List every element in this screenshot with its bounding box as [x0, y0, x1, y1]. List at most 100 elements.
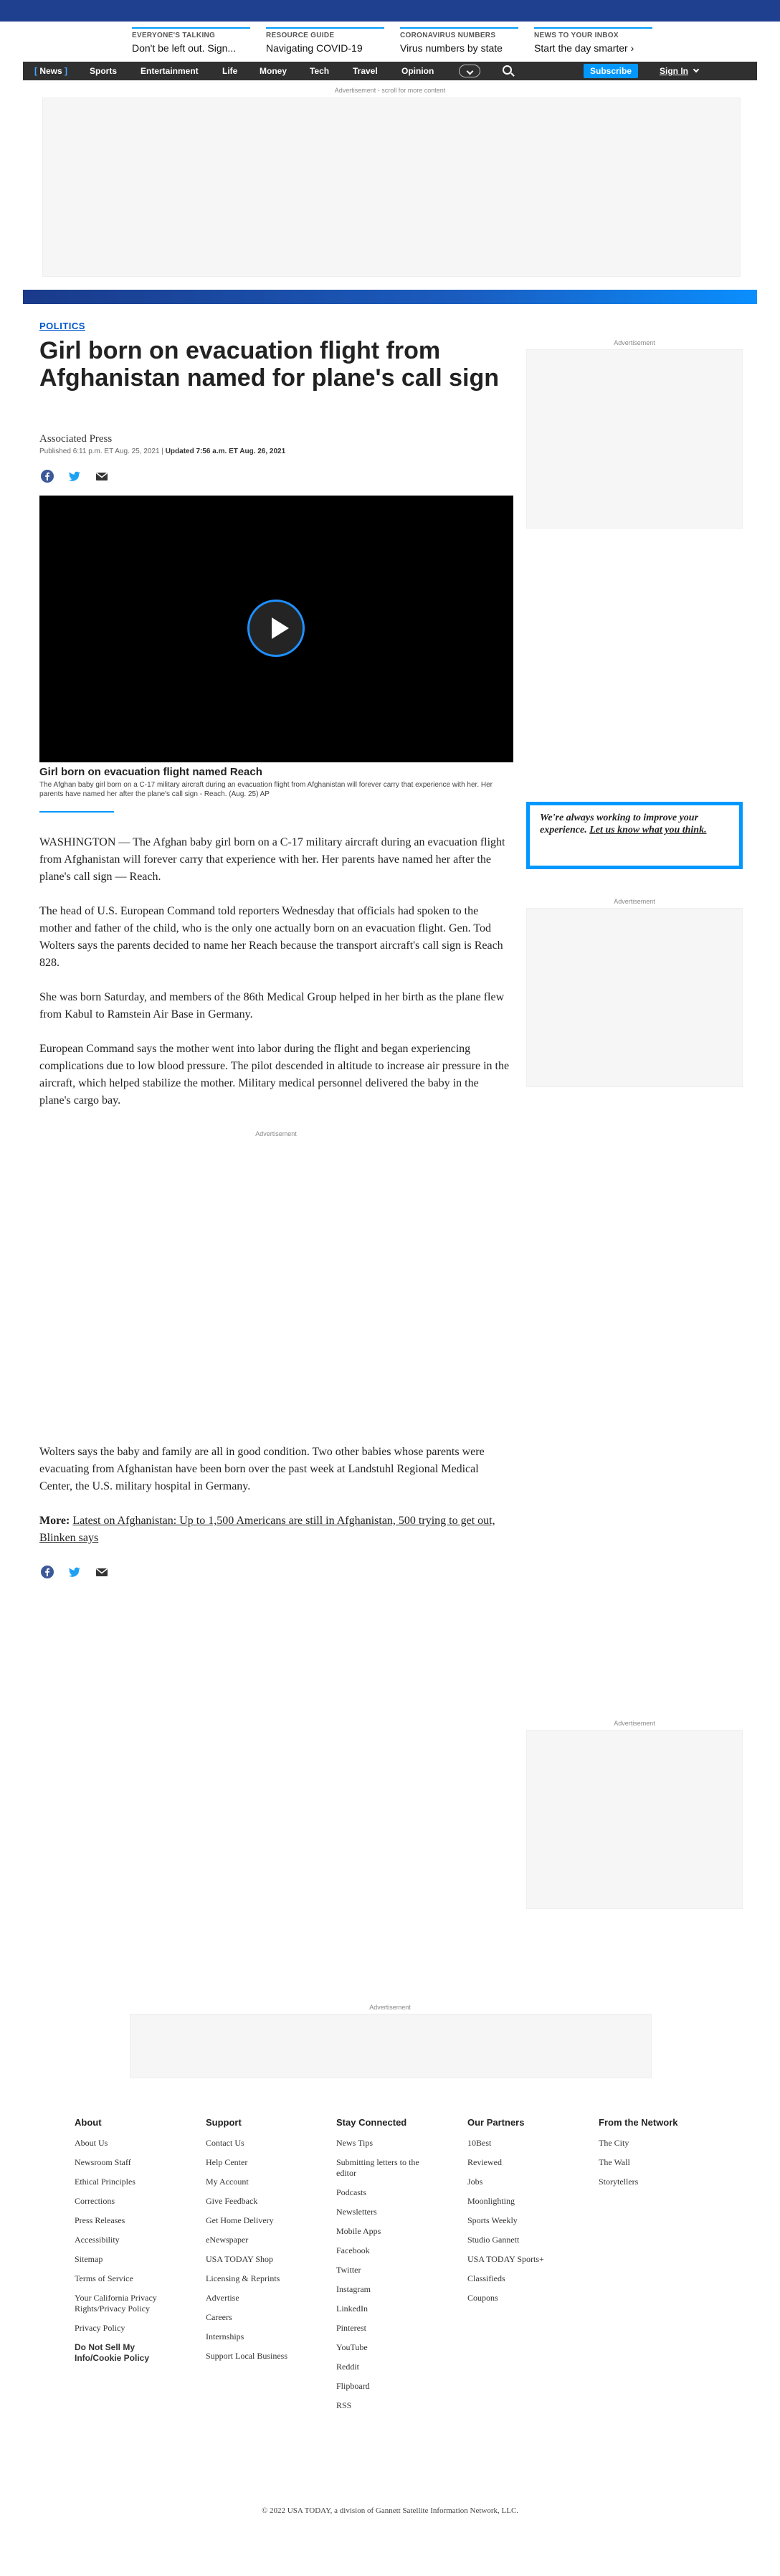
right-ad-slot[interactable] — [526, 1730, 743, 1909]
more-menu-chevron-icon[interactable] — [459, 65, 480, 77]
sign-in-link[interactable]: Sign In — [660, 66, 688, 76]
footer-link[interactable]: Twitter — [336, 2265, 465, 2276]
footer-link[interactable]: Sitemap — [75, 2254, 204, 2265]
nav-item-entertainment[interactable]: Entertainment — [141, 66, 199, 76]
footer-link[interactable]: Licensing & Reprints — [206, 2273, 335, 2284]
footer-link[interactable]: Facebook — [336, 2245, 465, 2256]
twitter-icon[interactable] — [68, 1566, 81, 1578]
footer-link[interactable]: LinkedIn — [336, 2303, 465, 2314]
footer-link[interactable]: Internships — [206, 2331, 335, 2342]
nav-item-news[interactable]: [ News ] — [34, 66, 67, 76]
footer-link[interactable]: Your California Privacy Rights/Privacy P… — [75, 2293, 189, 2314]
footer-link[interactable]: Privacy Policy — [75, 2323, 204, 2334]
ad-label: Advertisement — [614, 339, 655, 346]
more-link-text[interactable]: Latest on Afghanistan: Up to 1,500 Ameri… — [39, 1515, 495, 1544]
footer-link[interactable]: Flipboard — [336, 2381, 465, 2392]
nav-item-life[interactable]: Life — [222, 66, 237, 76]
footer-link[interactable]: Newsroom Staff — [75, 2157, 204, 2168]
footer-link[interactable]: Newsletters — [336, 2207, 465, 2217]
footer-link[interactable]: Press Releases — [75, 2215, 204, 2226]
footer-link[interactable]: Classifieds — [467, 2273, 596, 2284]
footer-link[interactable]: Storytellers — [599, 2177, 728, 2187]
right-ad-slot[interactable] — [526, 908, 743, 1087]
ad-label: Advertisement — [614, 898, 655, 905]
footer-link[interactable]: Instagram — [336, 2284, 465, 2295]
footer-link[interactable]: Get Home Delivery — [206, 2215, 335, 2226]
footer-link[interactable]: Submitting letters to the editor — [336, 2157, 437, 2179]
footer-column-support: Support Contact Us Help Center My Accoun… — [206, 2117, 335, 2370]
footer-link[interactable]: My Account — [206, 2177, 335, 2187]
footer-link[interactable]: Terms of Service — [75, 2273, 204, 2284]
feedback-link[interactable]: Let us know what you think. — [589, 825, 706, 835]
published-date: Published 6:11 p.m. ET Aug. 25, 2021 — [39, 448, 160, 455]
footer-link[interactable]: Give Feedback — [206, 2196, 335, 2207]
subscribe-button[interactable]: Subscribe — [584, 64, 638, 78]
footer-column-stay-connected: Stay Connected News Tips Submitting lett… — [336, 2117, 465, 2420]
footer-link[interactable]: Do Not Sell My Info/Cookie Policy — [75, 2342, 182, 2364]
nav-item-opinion[interactable]: Opinion — [401, 66, 434, 76]
nav-item-money[interactable]: Money — [260, 66, 287, 76]
footer-link[interactable]: Sports Weekly — [467, 2215, 596, 2226]
article-paragraph: European Command says the mother went in… — [39, 1043, 510, 1107]
nav-item-tech[interactable]: Tech — [310, 66, 329, 76]
footer-link[interactable]: The City — [599, 2138, 728, 2149]
footer-link[interactable]: USA TODAY Sports+ — [467, 2254, 596, 2265]
top-brand-stripe — [0, 0, 780, 22]
trending-item[interactable]: CORONAVIRUS NUMBERS Virus numbers by sta… — [400, 27, 518, 59]
footer-link[interactable]: Mobile Apps — [336, 2226, 465, 2237]
video-player[interactable] — [39, 496, 513, 762]
footer-link[interactable]: Jobs — [467, 2177, 596, 2187]
footer-column-about: About About Us Newsroom Staff Ethical Pr… — [75, 2117, 204, 2372]
footer-heading: Our Partners — [467, 2117, 525, 2128]
share-row-top — [41, 470, 127, 484]
footer-link[interactable]: About Us — [75, 2138, 204, 2149]
bottom-ad-slot[interactable] — [130, 2014, 652, 2078]
search-icon[interactable] — [503, 65, 512, 75]
trending-title: Virus numbers by state — [400, 42, 503, 54]
email-icon[interactable] — [95, 1566, 108, 1578]
footer-link[interactable]: USA TODAY Shop — [206, 2254, 335, 2265]
footer-link[interactable]: The Wall — [599, 2157, 728, 2168]
footer-link[interactable]: Contact Us — [206, 2138, 335, 2149]
footer-link[interactable]: Reviewed — [467, 2157, 596, 2168]
chevron-down-icon[interactable] — [693, 66, 700, 73]
footer-link[interactable]: Careers — [206, 2312, 335, 2323]
section-link[interactable]: POLITICS — [39, 321, 85, 331]
footer-link[interactable]: Moonlighting — [467, 2196, 596, 2207]
footer-link[interactable]: YouTube — [336, 2342, 465, 2353]
article-paragraph: WASHINGTON — The Afghan baby girl born o… — [39, 836, 505, 883]
play-icon[interactable] — [247, 600, 305, 657]
ad-label: Advertisement — [614, 1720, 655, 1727]
footer-heading: Stay Connected — [336, 2117, 407, 2128]
nav-item-travel[interactable]: Travel — [353, 66, 378, 76]
footer-link[interactable]: RSS — [336, 2400, 465, 2411]
footer-link[interactable]: 10Best — [467, 2138, 596, 2149]
article-headline: Girl born on evacuation flight from Afgh… — [39, 337, 499, 392]
email-icon[interactable] — [95, 470, 108, 483]
top-ad-slot[interactable] — [42, 98, 741, 277]
ad-label: Advertisement — [255, 1130, 297, 1137]
footer-link[interactable]: Podcasts — [336, 2187, 465, 2198]
footer-link[interactable]: Studio Gannett — [467, 2235, 596, 2245]
footer-link[interactable]: Ethical Principles — [75, 2177, 204, 2187]
footer-link[interactable]: Support Local Business — [206, 2351, 335, 2362]
footer-link[interactable]: Corrections — [75, 2196, 204, 2207]
right-ad-slot[interactable] — [526, 349, 743, 529]
facebook-icon[interactable] — [41, 1566, 54, 1578]
footer-link[interactable]: Reddit — [336, 2362, 465, 2372]
main-nav: [ News ] Sports Entertainment Life Money… — [23, 62, 757, 80]
more-link[interactable]: More: Latest on Afghanistan: Up to 1,500… — [39, 1512, 513, 1547]
trending-item[interactable]: NEWS TO YOUR INBOX Start the day smarter… — [534, 27, 652, 59]
footer-link[interactable]: Pinterest — [336, 2323, 465, 2334]
footer-link[interactable]: Help Center — [206, 2157, 335, 2168]
footer-link[interactable]: eNewspaper — [206, 2235, 335, 2245]
twitter-icon[interactable] — [68, 470, 81, 483]
trending-item[interactable]: RESOURCE GUIDE Navigating COVID-19 — [266, 27, 384, 59]
footer-link[interactable]: Coupons — [467, 2293, 596, 2303]
footer-link[interactable]: Advertise — [206, 2293, 335, 2303]
footer-link[interactable]: News Tips — [336, 2138, 465, 2149]
trending-item[interactable]: EVERYONE'S TALKING Don't be left out. Si… — [132, 27, 250, 59]
nav-item-sports[interactable]: Sports — [90, 66, 117, 76]
footer-link[interactable]: Accessibility — [75, 2235, 204, 2245]
facebook-icon[interactable] — [41, 470, 54, 483]
